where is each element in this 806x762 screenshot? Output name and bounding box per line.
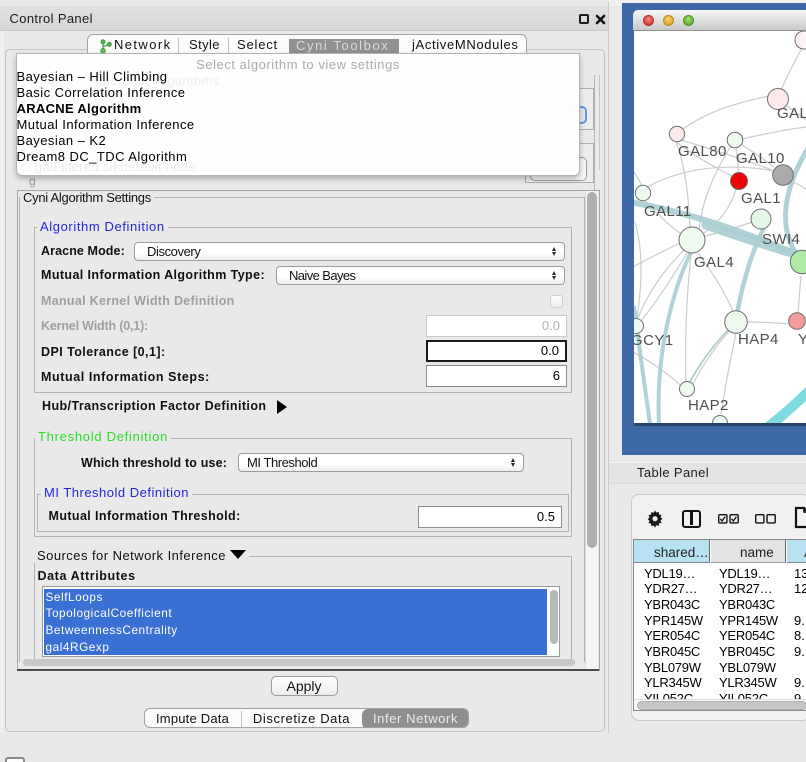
svg-text:HAP2: HAP2 [688, 397, 729, 414]
svg-text:GAL7: GAL7 [777, 105, 806, 122]
svg-text:GAL11: GAL11 [644, 203, 692, 220]
svg-text:GAL10: GAL10 [736, 150, 785, 167]
svg-text:GAL4: GAL4 [694, 254, 734, 271]
svg-text:GAL80: GAL80 [678, 143, 727, 160]
svg-text:GAL1: GAL1 [741, 190, 781, 207]
svg-text:GCY1: GCY1 [634, 332, 673, 349]
svg-text:Y: Y [798, 331, 806, 348]
svg-text:SWI4: SWI4 [762, 231, 800, 248]
svg-text:HAP4: HAP4 [738, 331, 779, 348]
